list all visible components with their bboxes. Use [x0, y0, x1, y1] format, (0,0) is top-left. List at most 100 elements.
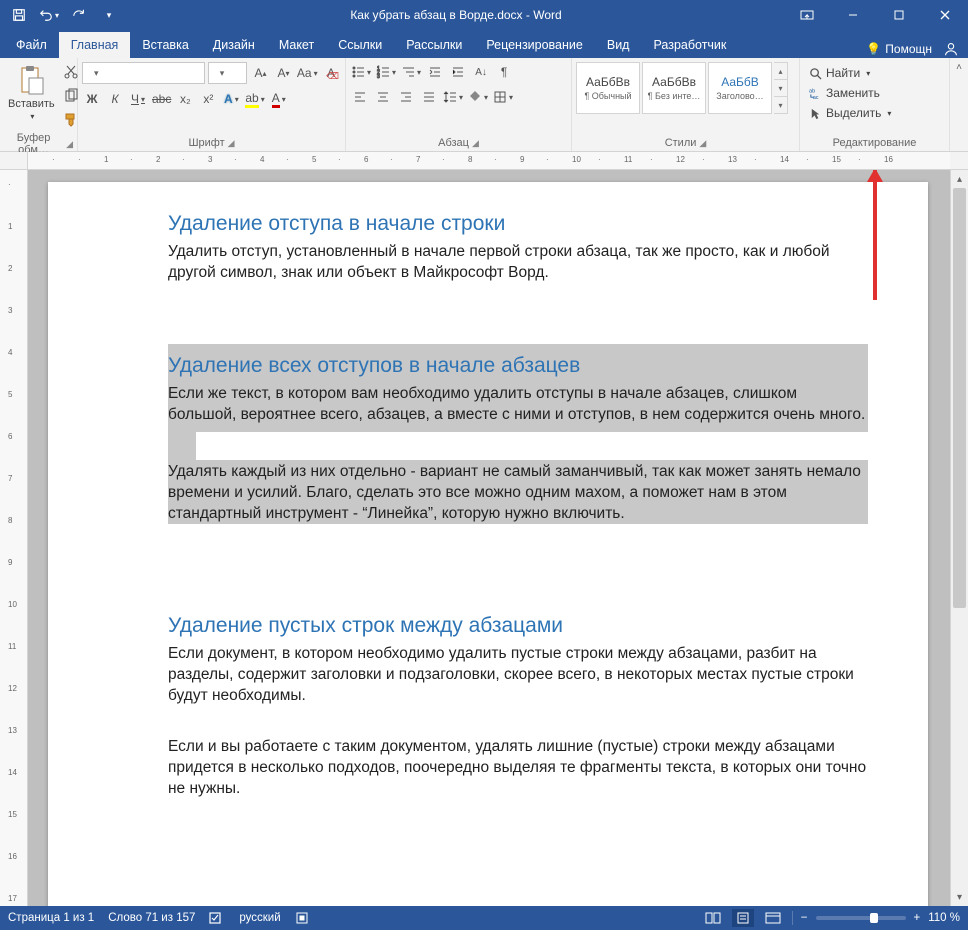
italic-button[interactable]: К: [105, 89, 125, 109]
styles-gallery[interactable]: АаБбВв¶ Обычный АаБбВв¶ Без инте… АаБбВЗ…: [576, 62, 788, 114]
underline-button[interactable]: Ч▾: [128, 89, 148, 109]
zoom-thumb[interactable]: [870, 913, 878, 923]
vertical-scrollbar[interactable]: ▴ ▾: [950, 170, 968, 906]
bold-button[interactable]: Ж: [82, 89, 102, 109]
align-center-button[interactable]: [373, 87, 393, 107]
paragraph[interactable]: Удалить отступ, установленный в начале п…: [168, 242, 868, 284]
paragraph[interactable]: Удалять каждый из них отдельно - вариант…: [168, 462, 868, 525]
shading-button[interactable]: ▾: [467, 87, 489, 107]
scroll-down-button[interactable]: ▾: [951, 888, 968, 906]
sort-button[interactable]: A↓: [471, 62, 491, 82]
account-icon[interactable]: [942, 40, 960, 58]
search-icon: [808, 67, 822, 80]
numbering-button[interactable]: 123▾: [375, 62, 397, 82]
paragraph[interactable]: Если же текст, в котором вам необходимо …: [168, 384, 868, 426]
zoom-out-button[interactable]: −: [801, 912, 808, 924]
heading[interactable]: Удаление всех отступов в начале абзацев: [168, 354, 580, 378]
redo-button[interactable]: [66, 2, 92, 28]
font-color-button[interactable]: A▾: [269, 89, 289, 109]
print-layout-button[interactable]: [732, 909, 754, 927]
undo-button[interactable]: ▾: [36, 2, 62, 28]
maximize-button[interactable]: [876, 0, 922, 30]
borders-button[interactable]: ▾: [492, 87, 514, 107]
tab-home[interactable]: Главная: [59, 32, 131, 58]
style-heading[interactable]: АаБбВЗаголово…: [708, 62, 772, 114]
paste-button[interactable]: Вставить ▾: [4, 62, 59, 123]
dialog-launcher-icon[interactable]: ◢: [228, 138, 235, 149]
heading[interactable]: Удаление пустых строк между абзацами: [168, 614, 868, 638]
highlight-button[interactable]: ab▾: [244, 89, 265, 109]
chevron-down-icon[interactable]: ▾: [774, 80, 787, 97]
heading[interactable]: Удаление отступа в начале строки: [168, 212, 868, 236]
qat-customize-button[interactable]: ▾: [96, 2, 122, 28]
shrink-font-button[interactable]: A▾: [273, 63, 293, 83]
word-count[interactable]: Слово 71 из 157: [108, 912, 195, 924]
gallery-expand-icon[interactable]: ▾: [774, 97, 787, 113]
decrease-indent-button[interactable]: [425, 62, 445, 82]
scroll-track[interactable]: [951, 188, 968, 888]
change-case-button[interactable]: Aa▾: [296, 63, 318, 83]
document-viewport[interactable]: Удаление отступа в начале строки Удалить…: [28, 170, 950, 906]
tab-developer[interactable]: Разработчик: [641, 32, 738, 58]
grow-font-button[interactable]: A▴: [250, 63, 270, 83]
scroll-up-button[interactable]: ▴: [951, 170, 968, 188]
font-size-dropdown[interactable]: ▾: [208, 62, 248, 84]
scroll-thumb[interactable]: [953, 188, 966, 608]
ribbon-display-button[interactable]: [784, 0, 830, 30]
dialog-launcher-icon[interactable]: ◢: [472, 138, 479, 149]
tab-design[interactable]: Дизайн: [201, 32, 267, 58]
paragraph[interactable]: Если документ, в котором необходимо удал…: [168, 644, 868, 707]
style-normal[interactable]: АаБбВв¶ Обычный: [576, 62, 640, 114]
show-marks-button[interactable]: ¶: [494, 62, 514, 82]
web-layout-button[interactable]: [762, 909, 784, 927]
language[interactable]: русский: [239, 912, 280, 924]
dialog-launcher-icon[interactable]: ◢: [699, 138, 706, 149]
minimize-button[interactable]: [830, 0, 876, 30]
spellcheck-icon[interactable]: [209, 911, 225, 925]
replace-icon: abac: [808, 87, 822, 100]
chevron-up-icon[interactable]: ▴: [774, 63, 787, 80]
strikethrough-button[interactable]: abc: [151, 89, 172, 109]
tell-me[interactable]: 💡Помощн: [866, 42, 932, 56]
text-effects-button[interactable]: A▾: [221, 89, 241, 109]
subscript-button[interactable]: x₂: [175, 89, 195, 109]
tab-mailings[interactable]: Рассылки: [394, 32, 474, 58]
multilevel-list-button[interactable]: ▾: [400, 62, 422, 82]
paragraph[interactable]: Если и вы работаете с таким документом, …: [168, 737, 868, 800]
page-count[interactable]: Страница 1 из 1: [8, 912, 94, 924]
zoom-slider[interactable]: [816, 916, 906, 920]
group-paragraph-label: Абзац: [438, 137, 469, 149]
tab-file[interactable]: Файл: [4, 32, 59, 58]
superscript-button[interactable]: x²: [198, 89, 218, 109]
horizontal-ruler[interactable]: ··1·2·3·4·5·6·7·8·9·10·11·12·13·14·15·16: [28, 152, 950, 170]
gallery-scroll[interactable]: ▴▾▾: [774, 62, 788, 114]
tab-view[interactable]: Вид: [595, 32, 642, 58]
increase-indent-button[interactable]: [448, 62, 468, 82]
bullets-button[interactable]: ▾: [350, 62, 372, 82]
save-button[interactable]: [6, 2, 32, 28]
align-right-button[interactable]: [396, 87, 416, 107]
read-mode-button[interactable]: [702, 909, 724, 927]
selected-text-block[interactable]: Удаление всех отступов в начале абзацев …: [168, 344, 868, 525]
tab-layout[interactable]: Макет: [267, 32, 326, 58]
collapse-ribbon-button[interactable]: ˄: [950, 58, 968, 151]
align-left-button[interactable]: [350, 87, 370, 107]
macro-icon[interactable]: [295, 911, 309, 925]
justify-button[interactable]: [419, 87, 439, 107]
zoom-in-button[interactable]: +: [914, 912, 921, 924]
find-button[interactable]: Найти▾: [804, 64, 895, 82]
select-button[interactable]: Выделить▾: [804, 104, 895, 122]
font-family-dropdown[interactable]: ▾: [82, 62, 205, 84]
style-no-spacing[interactable]: АаБбВв¶ Без инте…: [642, 62, 706, 114]
replace-button[interactable]: abacЗаменить: [804, 84, 895, 102]
clear-formatting-button[interactable]: A⌫: [321, 63, 341, 83]
line-spacing-button[interactable]: ▾: [442, 87, 464, 107]
vertical-ruler[interactable]: ·1234567891011121314151617: [0, 170, 28, 906]
tab-references[interactable]: Ссылки: [326, 32, 394, 58]
tab-review[interactable]: Рецензирование: [474, 32, 595, 58]
tab-insert[interactable]: Вставка: [130, 32, 200, 58]
dialog-launcher-icon[interactable]: ◢: [66, 139, 73, 150]
status-bar: Страница 1 из 1 Слово 71 из 157 русский …: [0, 906, 968, 930]
close-button[interactable]: [922, 0, 968, 30]
zoom-level[interactable]: 110 %: [928, 912, 960, 924]
